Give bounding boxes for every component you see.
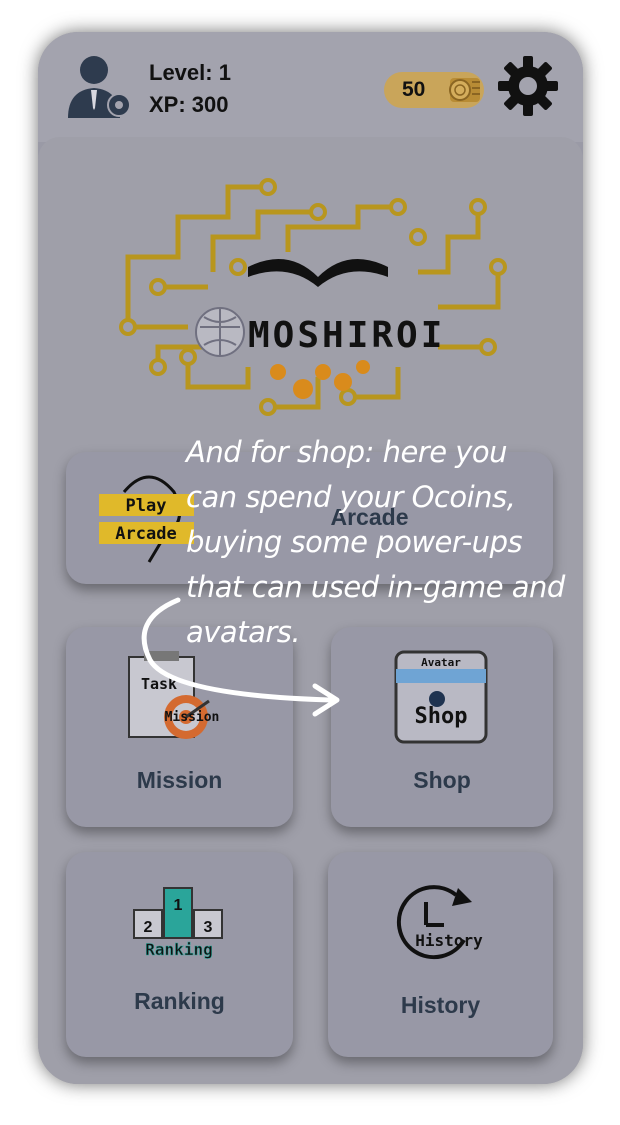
- avatar-shop-icon: Avatar Shop: [394, 650, 488, 744]
- ranking-tile[interactable]: 2 1 3 Ranking Ranking: [66, 852, 293, 1057]
- podium-second: 2: [144, 919, 153, 936]
- history-clock-icon: History: [396, 885, 483, 960]
- ranking-podium-icon: 2 1 3 Ranking: [133, 887, 223, 959]
- xp-label: XP: 300: [149, 92, 229, 117]
- mission-label: Mission: [136, 767, 223, 793]
- moshiroi-logo: MOSHIROI: [119, 178, 507, 416]
- history-icon-text: History: [415, 931, 483, 950]
- ranking-icon-text: Ranking: [145, 940, 212, 959]
- play-icon-text: Play: [126, 496, 167, 516]
- podium-third: 3: [204, 919, 213, 936]
- coin-balance[interactable]: 50: [384, 72, 484, 108]
- top-bar: Level: 1 XP: 300 50: [38, 32, 583, 142]
- podium-first: 1: [174, 897, 183, 914]
- history-tile[interactable]: History History: [328, 852, 553, 1057]
- arcade-icon-text: Arcade: [115, 524, 176, 544]
- level-label: Level: 1: [149, 60, 231, 85]
- profile-avatar-icon[interactable]: [64, 52, 134, 122]
- coin-stack-icon: [449, 78, 480, 102]
- coin-count: 50: [402, 78, 426, 101]
- tutorial-arrow-icon: [141, 597, 340, 717]
- shop-icon-text: Shop: [415, 704, 468, 729]
- settings-gear-icon[interactable]: [496, 54, 560, 118]
- history-label: History: [400, 992, 481, 1018]
- shop-tile[interactable]: Avatar Shop Shop: [331, 627, 553, 827]
- logo-text: MOSHIROI: [248, 315, 445, 356]
- shop-label: Shop: [413, 767, 471, 793]
- avatar-icon-text: Avatar: [421, 656, 461, 669]
- ranking-label: Ranking: [134, 988, 225, 1014]
